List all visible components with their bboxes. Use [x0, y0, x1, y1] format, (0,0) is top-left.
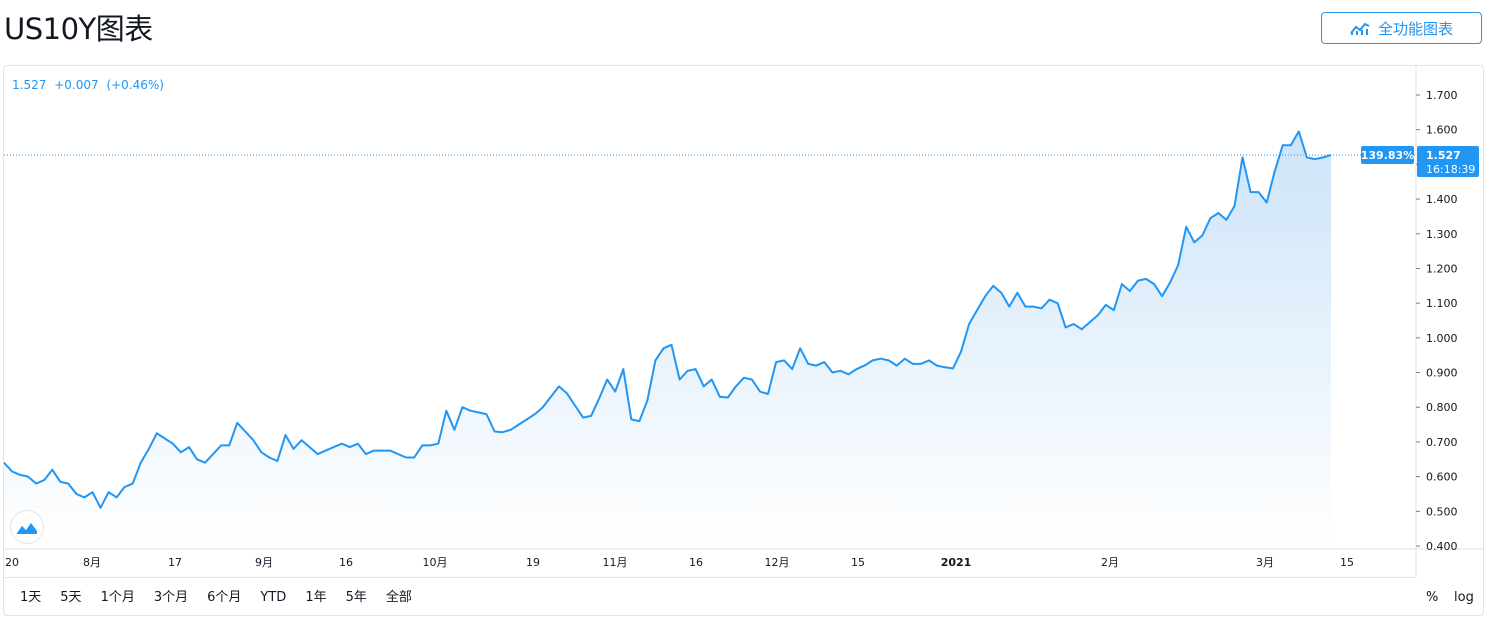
x-axis-tick-label: 20	[5, 556, 19, 569]
x-axis-tick-label: 15	[851, 556, 865, 569]
y-axis-tick-label: 1.700	[1426, 89, 1458, 102]
y-axis-tick-label: 0.400	[1426, 540, 1458, 553]
y-axis-tick-label: 0.600	[1426, 471, 1458, 484]
range-button[interactable]: 3个月	[142, 587, 195, 609]
y-axis-tick-label: 0.700	[1426, 436, 1458, 449]
y-axis-tick-label: 1.000	[1426, 332, 1458, 345]
x-axis-tick-label: 17	[168, 556, 182, 569]
tradingview-logo-icon[interactable]	[11, 511, 43, 543]
log-scale-toggle[interactable]: log	[1454, 587, 1474, 609]
legend-change-pct: (+0.46%)	[106, 78, 164, 92]
x-axis-tick-label: 16	[689, 556, 703, 569]
price-badge-label: 1.527	[1426, 149, 1461, 162]
percent-scale-toggle[interactable]: %	[1426, 587, 1438, 609]
range-button[interactable]: 全部	[374, 587, 419, 609]
y-axis-tick-label: 1.200	[1426, 262, 1458, 275]
price-area-fill	[4, 131, 1331, 546]
x-axis-tick-label: 2月	[1101, 556, 1119, 569]
x-axis-tick-label: 15	[1340, 556, 1354, 569]
x-axis-tick-label: 9月	[255, 556, 273, 569]
price-badge-time: 16:18:39	[1426, 163, 1475, 176]
percent-badge-label: 139.83%	[1361, 149, 1414, 162]
x-axis-tick-label: 12月	[765, 556, 790, 569]
x-axis-tick-label: 16	[339, 556, 353, 569]
chart-legend: 1.527 +0.007 (+0.46%)	[12, 78, 168, 92]
y-axis-tick-label: 1.400	[1426, 193, 1458, 206]
price-chart[interactable]: 1.7001.6001.5001.4001.3001.2001.1001.000…	[0, 0, 1488, 618]
legend-last-price: 1.527	[12, 78, 47, 92]
y-axis-tick-label: 0.800	[1426, 401, 1458, 414]
range-button[interactable]: 1天	[4, 587, 48, 609]
y-axis-tick-label: 0.900	[1426, 367, 1458, 380]
y-axis-tick-label: 1.600	[1426, 124, 1458, 137]
range-button[interactable]: 5天	[48, 587, 88, 609]
range-button[interactable]: YTD	[248, 587, 293, 609]
range-button[interactable]: 6个月	[195, 587, 248, 609]
y-axis-tick-label: 1.300	[1426, 228, 1458, 241]
y-axis-tick-label: 1.100	[1426, 297, 1458, 310]
y-axis-tick-label: 0.500	[1426, 505, 1458, 518]
x-axis-tick-label: 2021	[941, 556, 972, 569]
x-axis-tick-label: 3月	[1256, 556, 1274, 569]
range-separator	[3, 577, 1416, 578]
range-button[interactable]: 1年	[293, 587, 333, 609]
range-button[interactable]: 1个月	[89, 587, 142, 609]
x-axis-tick-label: 19	[526, 556, 540, 569]
x-axis-tick-label: 10月	[423, 556, 448, 569]
legend-change: +0.007	[54, 78, 99, 92]
range-button[interactable]: 5年	[334, 587, 374, 609]
range-selector: 1天 5天 1个月 3个月 6个月 YTD 1年 5年 全部	[4, 587, 419, 609]
x-axis-tick-label: 8月	[83, 556, 101, 569]
x-axis-tick-label: 11月	[603, 556, 628, 569]
